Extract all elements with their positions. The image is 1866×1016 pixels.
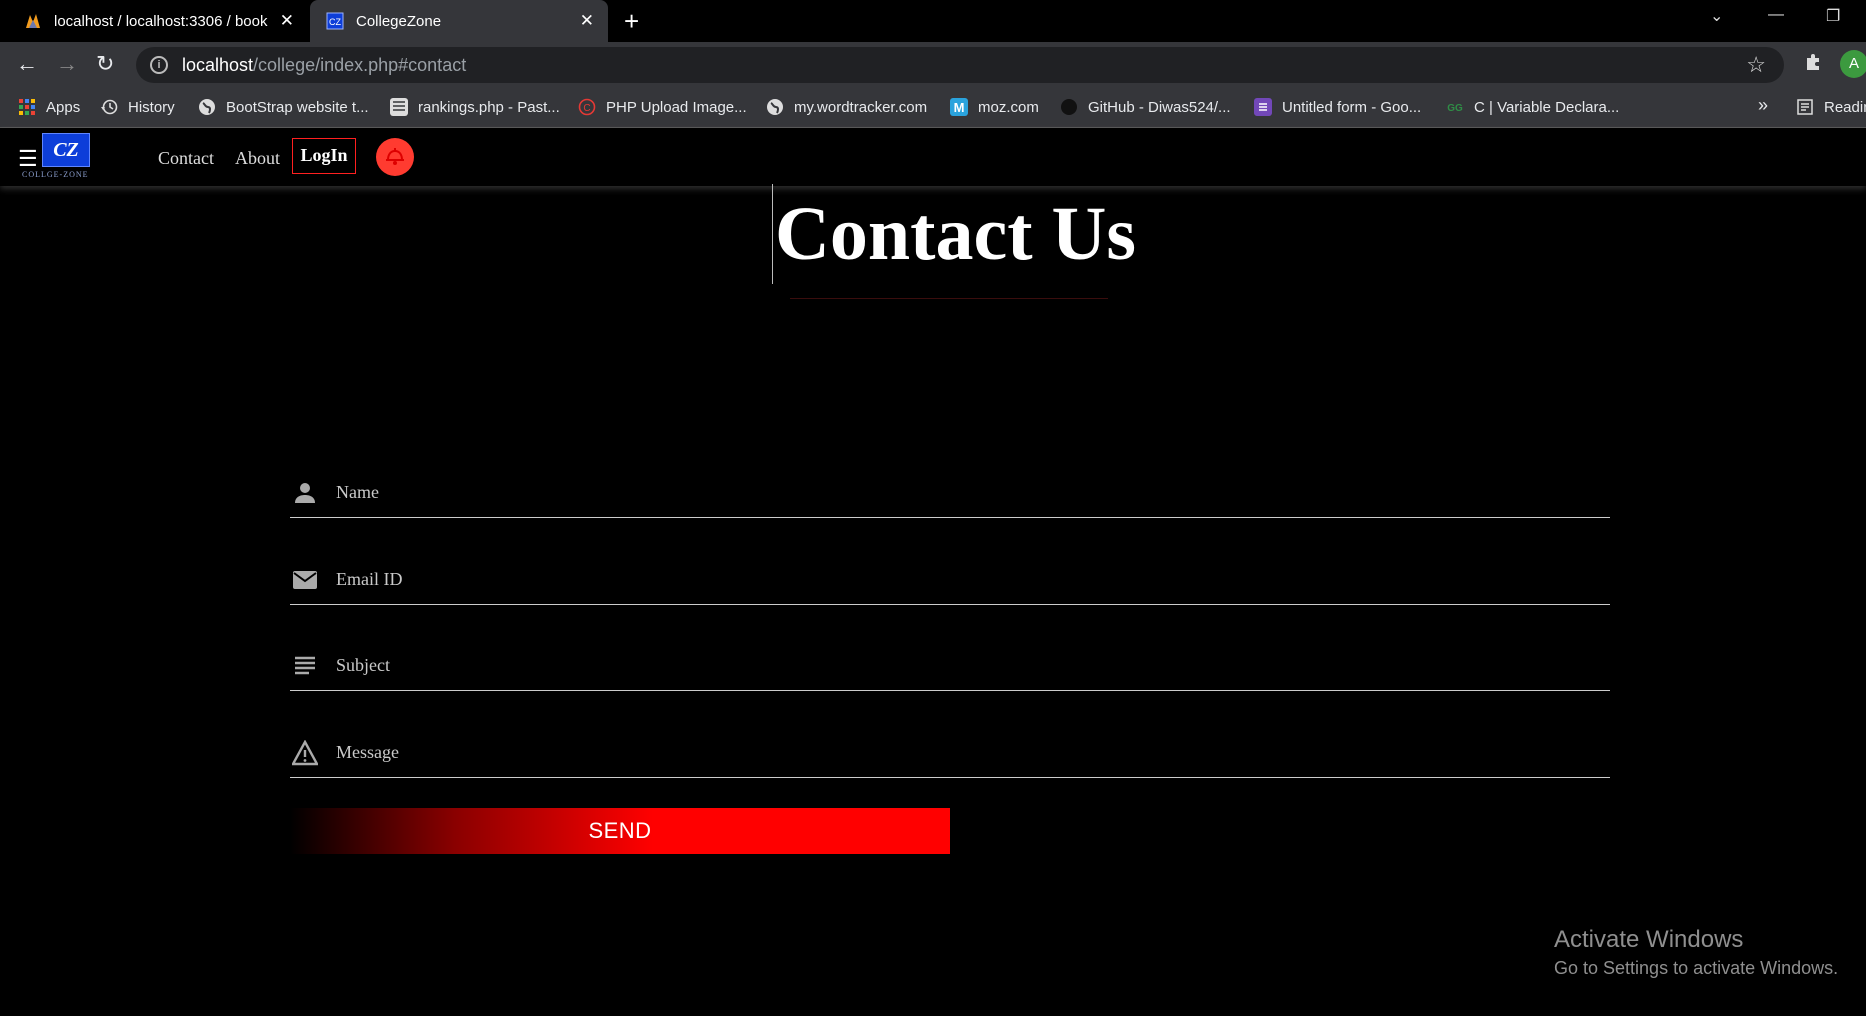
message-input[interactable] <box>336 732 1596 772</box>
apps-grid-icon <box>18 98 36 116</box>
bookmark-moz[interactable]: M moz.com <box>950 98 1039 116</box>
url-host: localhost <box>182 54 254 75</box>
bookmark-label: BootStrap website t... <box>226 98 369 116</box>
bookmark-gfg[interactable]: GG C | Variable Declara... <box>1446 98 1619 116</box>
title-underline <box>790 298 1108 299</box>
send-button[interactable]: SEND <box>290 808 950 854</box>
url-path: /college/index.php#contact <box>253 54 467 75</box>
collegezone-favicon-icon: CZ <box>326 12 344 30</box>
bookmark-star-icon[interactable]: ☆ <box>1746 52 1766 78</box>
bookmark-github[interactable]: GitHub - Diwas524/... <box>1060 98 1231 116</box>
hamburger-menu-icon[interactable]: ☰ <box>18 148 38 170</box>
mail-icon <box>292 567 318 593</box>
bookmark-google-form[interactable]: Untitled form - Goo... <box>1254 98 1421 116</box>
profile-avatar[interactable]: A <box>1840 50 1866 78</box>
site-logo-subtext: COLLGE-ZONE <box>22 170 89 179</box>
pastebin-icon <box>390 98 408 116</box>
name-input[interactable] <box>336 472 1596 512</box>
new-tab-icon[interactable]: + <box>624 7 639 35</box>
minimize-icon[interactable]: — <box>1768 6 1784 24</box>
nav-about-link[interactable]: About <box>235 148 280 169</box>
bookmarks-overflow-button[interactable]: » <box>1758 95 1768 116</box>
phpmyadmin-icon <box>24 12 42 30</box>
google-forms-icon <box>1254 98 1272 116</box>
bookmark-label: Apps <box>46 98 81 116</box>
history-icon <box>100 98 118 116</box>
bookmarks-bar: Apps History BootStrap website t... rank… <box>0 88 1866 128</box>
bookmark-label: C | Variable Declara... <box>1474 98 1620 116</box>
address-bar[interactable]: i localhost /college/index.php#contact ☆ <box>136 47 1784 83</box>
reading-list-icon <box>1796 98 1814 116</box>
bookmark-bootstrap[interactable]: BootStrap website t... <box>198 98 369 116</box>
person-icon <box>292 480 318 506</box>
gfg-icon: GG <box>1446 98 1464 116</box>
reload-icon[interactable]: ↻ <box>96 51 114 77</box>
tab-title: CollegeZone <box>356 12 442 30</box>
bookmark-label: History <box>128 98 175 116</box>
svg-text:C: C <box>583 103 590 114</box>
nav-contact-link[interactable]: Contact <box>158 148 214 169</box>
bookmark-label: my.wordtracker.com <box>794 98 928 116</box>
moz-icon: M <box>950 98 968 116</box>
extensions-puzzle-icon[interactable] <box>1804 52 1824 78</box>
warning-triangle-icon <box>290 739 320 766</box>
globe-icon <box>766 98 784 116</box>
bookmark-php-upload[interactable]: C PHP Upload Image... <box>578 98 747 116</box>
svg-text:M: M <box>954 100 965 115</box>
forward-icon[interactable]: → <box>56 51 78 77</box>
message-field-group <box>290 718 1610 778</box>
bookmark-apps[interactable]: Apps <box>18 98 80 116</box>
github-icon <box>1060 98 1078 116</box>
email-field-group <box>290 545 1610 605</box>
close-tab-icon[interactable]: ✕ <box>580 12 594 30</box>
tab-phpmyadmin[interactable]: localhost / localhost:3306 / book ✕ <box>0 0 308 42</box>
svg-text:CZ: CZ <box>329 17 341 27</box>
login-button[interactable]: LogIn <box>292 138 356 174</box>
site-logo[interactable]: CZ <box>42 133 90 167</box>
tab-title: localhost / localhost:3306 / book <box>54 12 268 30</box>
watermark-subtitle: Go to Settings to activate Windows. <box>1554 958 1839 978</box>
site-navbar: ☰ CZ COLLGE-ZONE Contact About LogIn <box>0 128 1866 186</box>
tab-collegezone[interactable]: CZ CollegeZone ✕ <box>310 0 608 42</box>
subject-field-group <box>290 631 1610 691</box>
bookmark-rankings[interactable]: rankings.php - Past... <box>390 98 560 116</box>
bookmark-wordtracker[interactable]: my.wordtracker.com <box>766 98 927 116</box>
subject-lines-icon <box>292 653 318 679</box>
bookmark-label: rankings.php - Past... <box>418 98 560 116</box>
close-tab-icon[interactable]: ✕ <box>280 12 294 30</box>
email-input[interactable] <box>336 559 1596 599</box>
tab-search-chevron-icon[interactable]: ⌄ <box>1710 6 1723 26</box>
notification-bell-icon[interactable] <box>376 138 414 176</box>
bookmark-label: moz.com <box>978 98 1039 116</box>
bookmark-label: GitHub - Diwas524/... <box>1088 98 1231 116</box>
tab-strip: localhost / localhost:3306 / book ✕ CZ C… <box>0 0 1866 42</box>
reading-list-label: Readin <box>1824 98 1866 116</box>
browser-toolbar: ← → ↻ i localhost /college/index.php#con… <box>0 42 1866 88</box>
watermark-title: Activate Windows <box>1554 926 1744 953</box>
back-icon[interactable]: ← <box>16 51 38 77</box>
bookmark-label: PHP Upload Image... <box>606 98 747 116</box>
page-viewport: ☰ CZ COLLGE-ZONE Contact About LogIn Con… <box>0 128 1866 1016</box>
svg-text:GG: GG <box>1447 103 1463 114</box>
name-field-group <box>290 458 1610 518</box>
subject-input[interactable] <box>336 645 1596 685</box>
page-title: Contact Us <box>772 184 1136 284</box>
bookmark-history[interactable]: History <box>100 98 175 116</box>
site-info-icon[interactable]: i <box>150 56 168 74</box>
windows-activation-watermark: Activate Windows Go to Settings to activ… <box>1554 926 1838 979</box>
globe-icon <box>198 98 216 116</box>
bookmark-label: Untitled form - Goo... <box>1282 98 1422 116</box>
reading-list-button[interactable]: Readin <box>1796 98 1866 116</box>
restore-icon[interactable]: ❐ <box>1826 6 1840 26</box>
copyright-icon: C <box>578 98 596 116</box>
